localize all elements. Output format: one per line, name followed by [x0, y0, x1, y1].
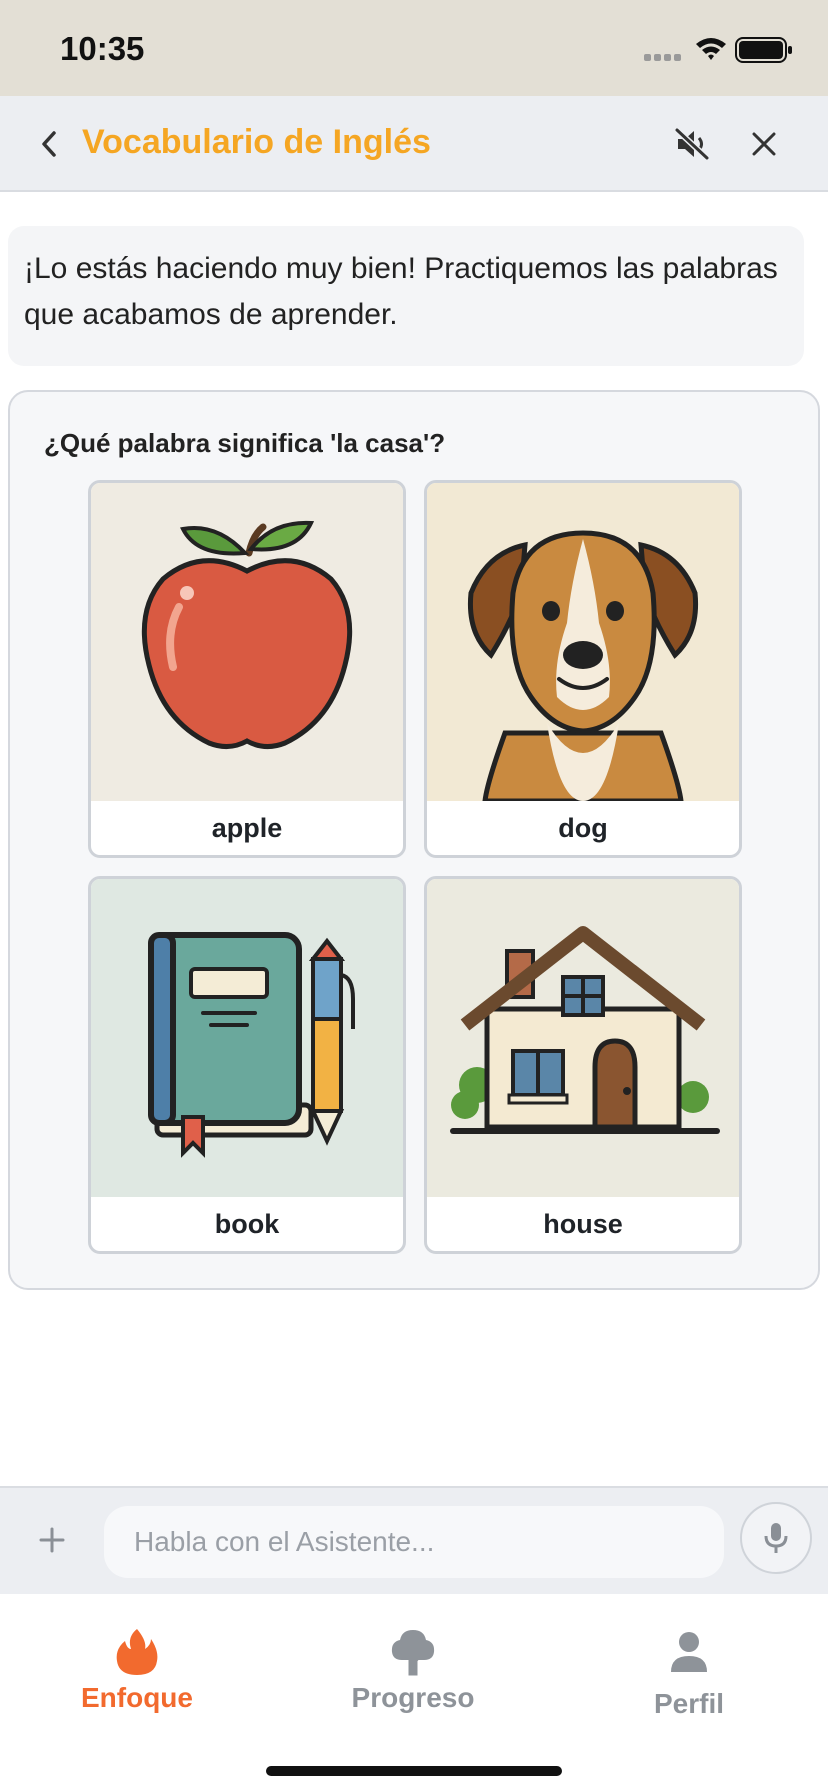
wifi-icon: [696, 38, 726, 60]
option-label: house: [543, 1208, 623, 1239]
tab-label: Progreso: [351, 1682, 475, 1713]
plus-icon: [39, 1527, 65, 1553]
option-book[interactable]: book: [88, 876, 406, 1254]
apple-illustration: [91, 483, 403, 801]
tab-label: Enfoque: [81, 1682, 193, 1713]
tab-perfil[interactable]: Perfil: [579, 1624, 799, 1744]
nav-bar: Vocabulario de Inglés: [0, 96, 828, 192]
status-time: 10:35: [60, 30, 145, 67]
speaker-muted-icon: [674, 127, 710, 161]
tab-progreso[interactable]: Progreso: [303, 1624, 523, 1744]
microphone-icon: [764, 1523, 788, 1553]
dog-illustration: [427, 483, 739, 801]
mute-button[interactable]: [670, 122, 714, 166]
assistant-message: ¡Lo estás haciendo muy bien! Practiquemo…: [8, 226, 804, 366]
option-label: book: [214, 1208, 280, 1239]
chat-input-bar: [0, 1486, 828, 1594]
house-illustration: [427, 879, 739, 1197]
option-house[interactable]: house: [424, 876, 742, 1254]
cellular-signal-icon: [644, 54, 681, 61]
microphone-button[interactable]: [740, 1502, 812, 1574]
status-bar: 10:35: [0, 0, 828, 96]
tree-icon: [391, 1630, 435, 1676]
flame-icon: [116, 1629, 158, 1675]
back-button[interactable]: [30, 124, 70, 164]
tab-label: Perfil: [653, 1688, 725, 1719]
book-illustration: [91, 879, 403, 1197]
person-icon: [671, 1632, 707, 1672]
tab-enfoque[interactable]: Enfoque: [27, 1624, 247, 1744]
page-title: Vocabulario de Inglés: [82, 123, 431, 161]
quiz-card: ¿Qué palabra significa 'la casa'? apple: [8, 390, 820, 1290]
add-attachment-button[interactable]: [30, 1518, 74, 1562]
chat-input[interactable]: [104, 1506, 724, 1578]
option-label: apple: [211, 812, 283, 843]
tab-bar: Enfoque Progreso Perfil: [0, 1594, 828, 1792]
close-icon: [752, 132, 776, 156]
home-indicator: [266, 1766, 562, 1776]
option-label: dog: [558, 812, 608, 843]
close-button[interactable]: [742, 122, 786, 166]
option-dog[interactable]: dog: [424, 480, 742, 858]
battery-icon: [735, 37, 792, 63]
status-icons: [644, 37, 792, 63]
quiz-question: ¿Qué palabra significa 'la casa'?: [44, 428, 446, 458]
option-apple[interactable]: apple: [88, 480, 406, 858]
chevron-left-icon: [42, 131, 56, 157]
